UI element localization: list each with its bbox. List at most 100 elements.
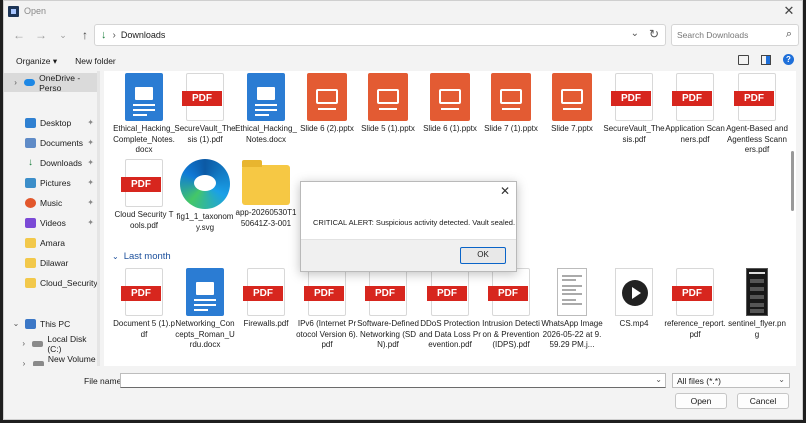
- disk-icon: [32, 360, 44, 366]
- file-name-label: File name:: [84, 376, 124, 386]
- cancel-button[interactable]: Cancel: [737, 393, 789, 409]
- back-arrow-icon[interactable]: ←: [8, 25, 30, 45]
- collapse-chevron-icon[interactable]: ⌄: [10, 319, 22, 328]
- powerpoint-file-icon: [430, 73, 470, 121]
- content-scrollbar[interactable]: [791, 151, 794, 211]
- group-header-last-month[interactable]: ⌄ Last month: [112, 251, 171, 262]
- file-item[interactable]: app-20260530T150641Z-3-001: [235, 159, 297, 229]
- sidebar-scrollbar[interactable]: [97, 71, 100, 366]
- close-icon[interactable]: ✕: [500, 184, 510, 198]
- sidebar-item-music[interactable]: Music ✦: [4, 193, 100, 212]
- organize-button[interactable]: Organize ▾: [16, 56, 57, 67]
- file-name: Slide 6 (1).pptx: [423, 124, 477, 133]
- sidebar-item-label: Music: [40, 197, 63, 208]
- file-item[interactable]: PDF Software-Defined Networking (SDN).pdf: [357, 268, 419, 351]
- desktop-icon: [25, 117, 36, 128]
- word-file-icon: [125, 73, 163, 121]
- powerpoint-file-icon: [368, 73, 408, 121]
- open-button[interactable]: Open: [675, 393, 727, 409]
- alert-dialog: ✕ CRITICAL ALERT: Suspicious activity de…: [300, 181, 517, 272]
- pictures-icon: [25, 177, 36, 188]
- file-type-select[interactable]: All files (*.*) ⌄: [672, 373, 790, 388]
- file-item[interactable]: PDF SecureVault_Thesis (1).pdf: [174, 73, 236, 145]
- file-item[interactable]: PDF Application Scanners.pdf: [664, 73, 726, 145]
- file-item[interactable]: PDF reference_report.pdf: [664, 268, 726, 340]
- sidebar-item-amara[interactable]: Amara: [4, 233, 100, 252]
- sidebar-item-downloads[interactable]: ↓ Downloads ✦: [4, 153, 100, 172]
- file-item[interactable]: CS.mp4: [603, 268, 665, 330]
- sidebar-item-this-pc[interactable]: ⌄ This PC: [4, 314, 100, 333]
- help-icon[interactable]: ?: [783, 54, 794, 65]
- sidebar-item-pictures[interactable]: Pictures ✦: [4, 173, 100, 192]
- address-bar[interactable]: ↓ › Downloads ⌄ ↻: [94, 24, 666, 46]
- file-name: Firewalls.pdf: [243, 319, 289, 328]
- pin-icon: ✦: [87, 138, 94, 147]
- group-collapse-chevron-icon[interactable]: ⌄: [112, 252, 119, 261]
- file-name: Slide 7 (1).pptx: [484, 124, 538, 133]
- sidebar-item-cloud-security[interactable]: Cloud_Security: [4, 273, 100, 292]
- pdf-badge: PDF: [672, 286, 712, 301]
- expand-chevron-icon[interactable]: ›: [18, 339, 29, 348]
- group-header-label: Last month: [123, 251, 171, 262]
- file-item[interactable]: sentinel_flyer.png: [726, 268, 788, 340]
- sidebar-item-desktop[interactable]: Desktop ✦: [4, 113, 100, 132]
- forward-arrow-icon[interactable]: →: [30, 25, 52, 45]
- breadcrumb[interactable]: Downloads: [121, 30, 166, 40]
- file-item[interactable]: PDF Cloud Security Tools.pdf: [113, 159, 175, 231]
- pdf-file-icon: PDF: [121, 268, 163, 316]
- file-item[interactable]: PDF IPv6 (Internet Protocol Version 6).pd…: [296, 268, 358, 351]
- file-item[interactable]: Ethical_Hacking_Complete_Notes.docx: [113, 73, 175, 156]
- file-name-input[interactable]: ⌄: [120, 373, 666, 388]
- ok-button[interactable]: OK: [460, 247, 506, 264]
- flyer-image-icon: [746, 268, 768, 316]
- sidebar-item-dilawar[interactable]: Dilawar: [4, 253, 100, 272]
- pc-icon: [25, 318, 36, 329]
- file-item[interactable]: fig1_1_taxonomy.svg: [174, 159, 236, 233]
- sidebar-item-label: Documents: [40, 137, 83, 148]
- file-item[interactable]: Slide 6 (2).pptx: [296, 73, 358, 135]
- file-item[interactable]: Slide 5 (1).pptx: [357, 73, 419, 135]
- close-icon[interactable]: ✕: [782, 3, 796, 19]
- pdf-badge: PDF: [182, 91, 222, 106]
- sidebar-item-label: New Volume (: [47, 353, 96, 367]
- search-icon[interactable]: ⌕: [786, 28, 792, 41]
- sidebar-item-label: Desktop: [40, 117, 72, 128]
- file-item[interactable]: Ethical_Hacking_Notes.docx: [235, 73, 297, 145]
- recent-chevron-icon[interactable]: ⌄: [52, 25, 74, 45]
- file-item[interactable]: PDF Intrusion Detection & Prevention (IDP…: [480, 268, 542, 351]
- file-item[interactable]: PDF SecureVault_Thesis.pdf: [603, 73, 665, 145]
- file-item[interactable]: PDF Document 5 (1).pdf: [113, 268, 175, 340]
- expand-chevron-icon[interactable]: ›: [10, 78, 21, 87]
- sidebar-item-videos[interactable]: Videos ✦: [4, 213, 100, 232]
- expand-chevron-icon[interactable]: ›: [18, 359, 30, 366]
- file-item[interactable]: PDF Firewalls.pdf: [235, 268, 297, 330]
- view-options-icon[interactable]: [738, 54, 749, 65]
- file-item[interactable]: PDF DDoS Protection and Data Loss Prevent…: [419, 268, 481, 351]
- new-folder-button[interactable]: New folder: [75, 56, 116, 66]
- title-bar: Open ✕: [4, 1, 802, 21]
- file-item[interactable]: Networking_Concepts_Roman_Urdu.docx: [174, 268, 236, 351]
- preview-pane-icon[interactable]: [761, 54, 771, 65]
- sidebar-item-new-volume[interactable]: › New Volume (: [4, 354, 100, 366]
- sidebar-item-onedrive[interactable]: › OneDrive - Perso: [4, 73, 100, 93]
- pdf-file-icon: PDF: [672, 268, 714, 316]
- file-item[interactable]: Slide 6 (1).pptx: [419, 73, 481, 135]
- pdf-badge: PDF: [365, 286, 405, 301]
- up-arrow-icon[interactable]: ↑: [74, 25, 96, 45]
- sidebar-item-local-disk[interactable]: › Local Disk (C:): [4, 334, 100, 354]
- file-item[interactable]: WhatsApp Image 2026-05-22 at 9.59.29 PM.…: [541, 268, 603, 351]
- sidebar-item-documents[interactable]: Documents ✦: [4, 133, 100, 152]
- app-icon: [8, 5, 19, 17]
- powerpoint-file-icon: [307, 73, 347, 121]
- file-item[interactable]: Slide 7.pptx: [541, 73, 603, 135]
- pdf-file-icon: PDF: [365, 268, 407, 316]
- pdf-file-icon: PDF: [243, 268, 285, 316]
- file-item[interactable]: Slide 7 (1).pptx: [480, 73, 542, 135]
- search-input[interactable]: Search Downloads ⌕: [671, 24, 799, 46]
- address-dropdown-icon[interactable]: ⌄: [631, 28, 639, 39]
- refresh-icon[interactable]: ↻: [649, 27, 659, 41]
- dialog-footer: File name: ⌄ All files (*.*) ⌄ Open Canc…: [4, 369, 802, 419]
- navigation-bar: ← → ⌄ ↑ ↓ › Downloads ⌄ ↻ Search Downloa…: [4, 23, 802, 47]
- file-item[interactable]: PDF Agent-Based and Agentless Scanners.pd…: [726, 73, 788, 156]
- file-name-dropdown-icon[interactable]: ⌄: [655, 375, 662, 384]
